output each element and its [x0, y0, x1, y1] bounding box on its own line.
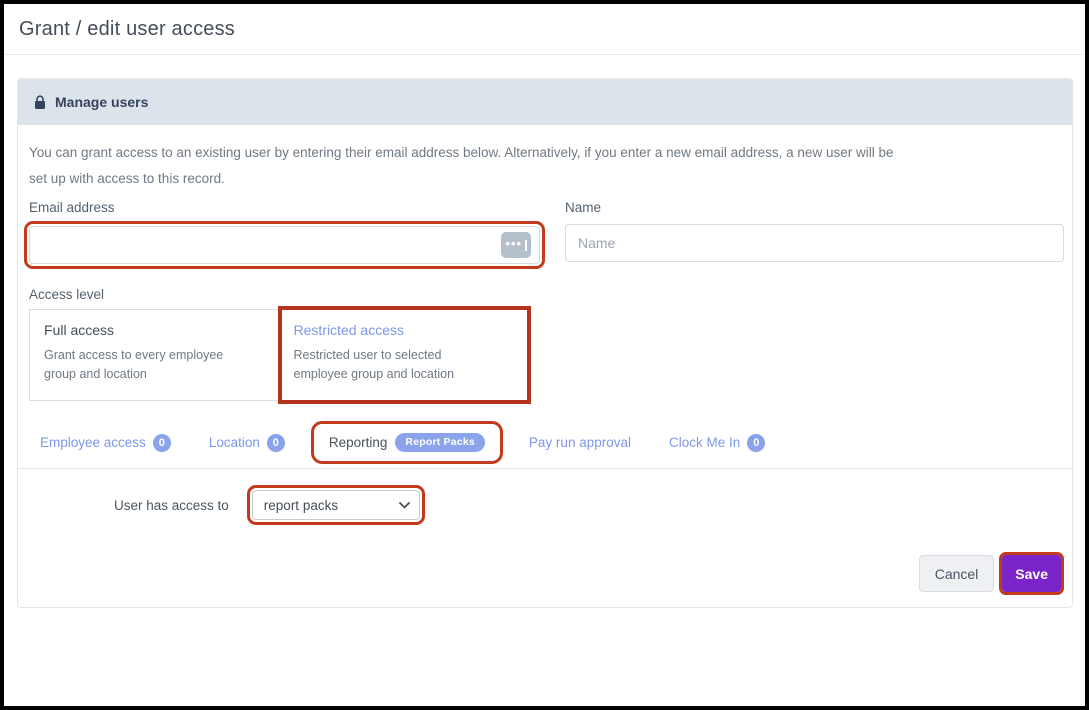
dropdown-annotation-ring: report packs: [247, 485, 425, 525]
email-column: Email address •••: [24, 200, 545, 269]
titlebar: Grant / edit user access: [4, 4, 1085, 55]
reporting-annotation-ring: Reporting Report Packs: [311, 421, 503, 465]
email-label: Email address: [29, 200, 545, 215]
access-option-description: Restricted user to selected employee gro…: [294, 346, 494, 384]
tab-label: Clock Me In: [669, 435, 740, 450]
page-title: Grant / edit user access: [19, 18, 1070, 41]
reporting-tab-panel: User has access to report packs: [114, 485, 1064, 525]
name-column: Name: [565, 200, 1064, 269]
name-input[interactable]: [565, 224, 1064, 262]
tab-reporting[interactable]: Reporting Report Packs: [317, 433, 497, 453]
tab-clock-me-in[interactable]: Clock Me In 0: [657, 417, 777, 468]
report-packs-pill: Report Packs: [395, 433, 485, 453]
tab-label: Location: [209, 435, 260, 450]
ellipsis-picker-icon[interactable]: •••: [501, 232, 531, 258]
panel-body: You can grant access to an existing user…: [18, 125, 1072, 607]
save-annotation-ring: Save: [999, 552, 1064, 595]
tab-location[interactable]: Location 0: [197, 417, 297, 468]
lock-icon: [34, 95, 46, 110]
panel-header: Manage users: [18, 79, 1072, 125]
tab-employee-access[interactable]: Employee access 0: [28, 417, 183, 468]
name-label: Name: [565, 200, 1064, 215]
email-name-row: Email address ••• Name: [24, 200, 1064, 269]
email-annotation-ring: •••: [24, 221, 545, 269]
manage-users-panel: Manage users You can grant access to an …: [17, 78, 1073, 608]
intro-text: You can grant access to an existing user…: [29, 140, 914, 192]
access-level-label: Access level: [29, 287, 1064, 302]
count-badge: 0: [153, 434, 171, 452]
access-option-title: Full access: [44, 322, 266, 338]
access-option-restricted[interactable]: Restricted access Restricted user to sel…: [280, 310, 530, 400]
access-option-description: Grant access to every employee group and…: [44, 346, 244, 384]
tab-bar: Employee access 0 Location 0 Reporting R…: [18, 417, 1072, 469]
count-badge: 0: [267, 434, 285, 452]
grant-edit-user-access-page: Grant / edit user access Manage users Yo…: [0, 0, 1089, 710]
tab-label: Employee access: [40, 435, 146, 450]
footer-actions: Cancel Save: [24, 552, 1064, 595]
access-option-title: Restricted access: [294, 322, 516, 338]
chevron-down-icon: [399, 502, 410, 509]
access-option-full[interactable]: Full access Grant access to every employ…: [30, 310, 280, 400]
report-packs-select[interactable]: report packs: [252, 490, 420, 520]
select-value: report packs: [264, 498, 338, 513]
user-has-access-to-label: User has access to: [114, 498, 229, 513]
tab-label: Reporting: [329, 435, 388, 450]
count-badge: 0: [747, 434, 765, 452]
save-button[interactable]: Save: [1002, 555, 1061, 592]
panel-header-label: Manage users: [55, 94, 148, 110]
cancel-button[interactable]: Cancel: [919, 555, 995, 592]
tab-pay-run-approval[interactable]: Pay run approval: [517, 417, 643, 468]
tab-label: Pay run approval: [529, 435, 631, 450]
email-input[interactable]: [29, 226, 540, 264]
access-level-selector: Full access Grant access to every employ…: [29, 309, 530, 401]
